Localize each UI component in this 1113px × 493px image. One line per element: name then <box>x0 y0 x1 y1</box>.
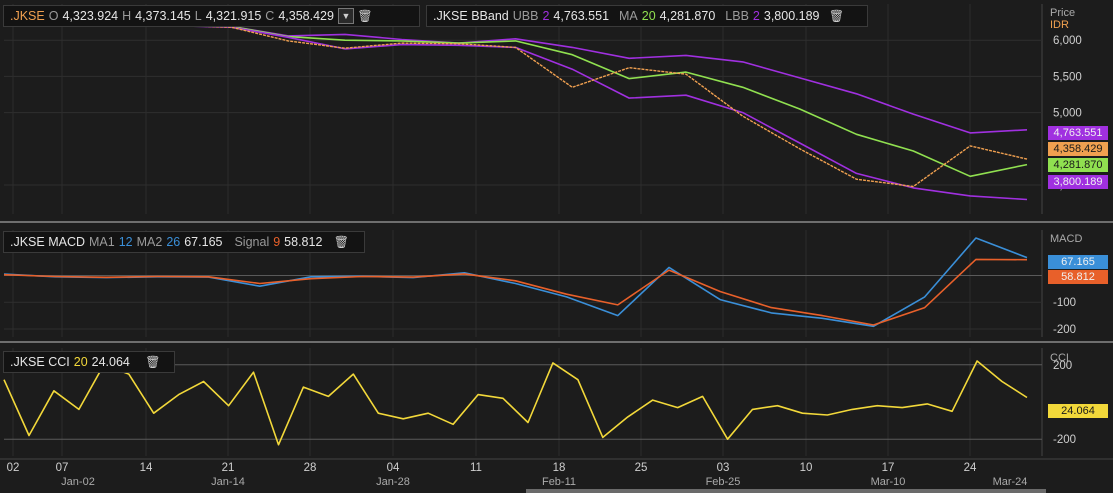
symbol-label[interactable]: .JKSE <box>10 9 45 23</box>
x-tick-day: 07 <box>56 462 69 474</box>
macd-value: 67.165 <box>184 235 223 249</box>
x-tick-month: Mar-24 <box>993 476 1028 488</box>
price-axis-unit: IDR <box>1050 19 1069 31</box>
scrollbar-thumb[interactable] <box>526 489 1046 493</box>
lbb-period: 2 <box>752 9 760 23</box>
macd-value-tag: 67.165 <box>1048 255 1108 269</box>
x-tick-day: 04 <box>387 462 400 474</box>
x-tick-day: 11 <box>470 462 482 474</box>
x-tick-day: 10 <box>800 462 813 474</box>
y-tick-label: -100 <box>1053 297 1076 309</box>
close-value: 4,358.429 <box>278 9 334 23</box>
cci-axis-title: CCI <box>1050 352 1069 364</box>
x-tick-day: 25 <box>635 462 648 474</box>
y-tick-label: 5,500 <box>1053 71 1082 83</box>
series-line-signal <box>3 258 1028 326</box>
price-axis-title: Price <box>1050 7 1076 19</box>
x-tick-month: Mar-10 <box>871 476 906 488</box>
low-value: 4,321.915 <box>205 9 262 23</box>
macd-name: .JKSE MACD <box>10 235 86 249</box>
ma1-label: MA1 <box>89 235 115 249</box>
y-tick-label: 5,000 <box>1053 108 1082 120</box>
series-line-cci <box>3 360 1028 446</box>
lbb-value-tag: 3,800.189 <box>1048 175 1108 189</box>
open-label: O <box>48 9 59 23</box>
ma-value-tag: 4,281.870 <box>1048 158 1108 172</box>
x-tick-month: Jan-14 <box>211 476 245 488</box>
close-label: C <box>265 9 275 23</box>
series-line-ma <box>3 18 1028 178</box>
ma-label: MA <box>619 9 638 23</box>
x-tick-day: 28 <box>304 462 317 474</box>
lbb-label: LBB <box>725 9 749 23</box>
trash-icon[interactable]: 🗑 <box>334 235 349 249</box>
macd-axis-title: MACD <box>1050 233 1083 245</box>
signal-period: 9 <box>273 235 281 249</box>
trash-icon[interactable]: 🗑 <box>145 355 160 369</box>
series-line-close <box>3 18 1028 188</box>
macd-legend: .JKSE MACD MA1 12 MA2 26 67.165 Signal 9… <box>3 231 365 253</box>
ma2-period: 26 <box>166 235 181 249</box>
ubb-value-tag: 4,763.551 <box>1048 126 1108 140</box>
x-tick-day: 14 <box>140 462 153 474</box>
cci-value-tag: 24.064 <box>1048 404 1108 418</box>
x-tick-day: 21 <box>222 462 235 474</box>
cci-legend: .JKSE CCI 20 24.064 🗑 <box>3 351 175 373</box>
signal-label: Signal <box>234 235 270 249</box>
x-tick-day: 03 <box>717 462 730 474</box>
ubb-period: 2 <box>542 9 550 23</box>
cci-value: 24.064 <box>91 355 130 369</box>
open-value: 4,323.924 <box>62 9 119 23</box>
y-tick-label: -200 <box>1053 434 1076 446</box>
trash-icon[interactable]: 🗑 <box>357 9 372 23</box>
x-tick-day: 18 <box>553 462 566 474</box>
signal-value-tag: 58.812 <box>1048 270 1108 284</box>
close-value-tag: 4,358.429 <box>1048 142 1108 156</box>
x-tick-day: 17 <box>882 462 895 474</box>
x-tick-day: 02 <box>7 462 20 474</box>
bband-name: .JKSE BBand <box>433 9 509 23</box>
lbb-value: 3,800.189 <box>763 9 820 23</box>
ubb-value: 4,763.551 <box>553 9 610 23</box>
bband-legend: .JKSE BBand UBB 2 4,763.551 MA 20 4,281.… <box>426 5 868 27</box>
ma2-label: MA2 <box>136 235 163 249</box>
ubb-label: UBB <box>512 9 539 23</box>
cci-name: .JKSE CCI <box>10 355 70 369</box>
price-legend: .JKSE O 4,323.924 H 4,373.145 L 4,321.915 C… <box>3 5 420 27</box>
chevron-down-icon[interactable]: ▼ <box>337 8 354 24</box>
x-tick-month: Jan-28 <box>376 476 410 488</box>
x-tick-day: 24 <box>964 462 977 474</box>
y-tick-label: -200 <box>1053 324 1076 336</box>
high-value: 4,373.145 <box>135 9 191 23</box>
signal-value: 58.812 <box>284 235 323 249</box>
x-tick-month: Feb-11 <box>542 476 576 488</box>
ma-value: 4,281.870 <box>659 9 716 23</box>
y-tick-label: 6,000 <box>1053 35 1082 47</box>
ma-period: 20 <box>641 9 656 23</box>
cci-period: 20 <box>73 355 88 369</box>
low-label: L <box>194 9 202 23</box>
trash-icon[interactable]: 🗑 <box>829 9 844 23</box>
series-line-ubb <box>3 17 1028 134</box>
x-tick-month: Jan-02 <box>61 476 95 488</box>
x-tick-month: Feb-25 <box>706 476 741 488</box>
ma1-period: 12 <box>118 235 133 249</box>
high-label: H <box>122 9 132 23</box>
